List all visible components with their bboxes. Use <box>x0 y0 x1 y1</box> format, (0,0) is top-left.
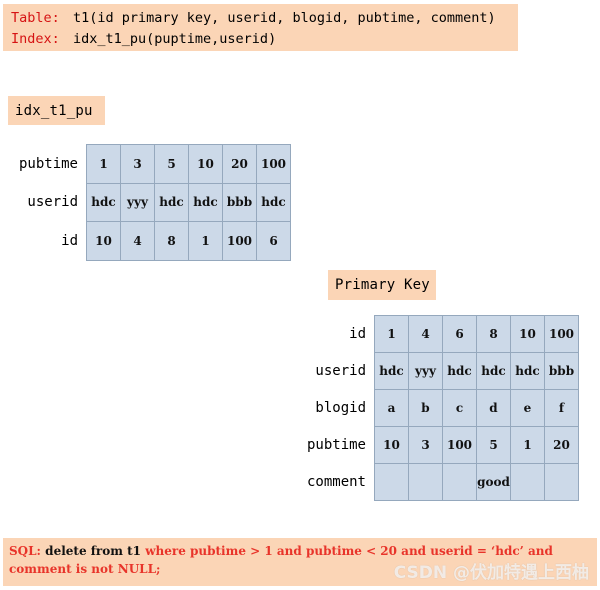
data-cell: hdc <box>510 352 545 390</box>
row-label: blogid <box>315 400 366 416</box>
table-row: comment good <box>293 463 579 501</box>
data-cell: 1 <box>374 315 409 353</box>
index-label: Index: <box>11 31 60 47</box>
row-label: id <box>349 326 366 342</box>
sql-black-segment: delete from t1 <box>41 544 146 558</box>
data-cell <box>442 463 477 501</box>
data-cell: 4 <box>120 221 155 261</box>
index-title-label: idx_t1_pu <box>15 102 93 119</box>
primary-key-grid-container: id 1 4 6 8 10 100 userid hdc yyy hdc hdc hdc bbb blogi… <box>293 315 579 501</box>
data-cell: yyy <box>408 352 443 390</box>
data-cell: 6 <box>256 221 291 261</box>
primary-key-title-label: Primary Key <box>335 277 430 293</box>
data-cell: 4 <box>408 315 443 353</box>
index-declaration-line: Index: idx_t1_pu(puptime,userid) <box>11 29 510 50</box>
data-cell: hdc <box>154 182 189 222</box>
data-cell <box>408 463 443 501</box>
row-label: comment <box>306 474 366 490</box>
data-cell: 100 <box>544 315 579 353</box>
table-row: pubtime 10 3 100 5 1 20 <box>293 426 579 464</box>
row-label: userid <box>315 363 366 379</box>
table-declaration-line: Table: t1(id primary key, userid, blogid,… <box>11 8 510 29</box>
data-cell: hdc <box>86 182 121 222</box>
row-label: userid <box>27 194 78 211</box>
data-cell: 100 <box>442 426 477 464</box>
data-cell: 8 <box>476 315 511 353</box>
primary-key-title-chip: Primary Key <box>328 270 436 300</box>
data-cell: hdc <box>188 182 223 222</box>
data-cell: hdc <box>256 182 291 222</box>
data-cell: e <box>510 389 545 427</box>
table-row: pubtime 1 3 5 10 20 100 <box>5 144 291 184</box>
data-cell: a <box>374 389 409 427</box>
data-cell: 10 <box>510 315 545 353</box>
data-cell: good <box>476 463 511 501</box>
data-cell: 3 <box>120 144 155 184</box>
row-label: id <box>61 232 78 249</box>
data-cell: 100 <box>256 144 291 184</box>
data-cell: f <box>544 389 579 427</box>
row-label: pubtime <box>306 437 366 453</box>
data-cell: 5 <box>476 426 511 464</box>
data-cell: 1 <box>188 221 223 261</box>
data-cell: hdc <box>476 352 511 390</box>
csdn-watermark: CSDN @伏加特遇上西柚 <box>393 563 589 583</box>
table-row: userid hdc yyy hdc hdc hdc bbb <box>293 352 579 390</box>
table-label: Table: <box>11 10 60 26</box>
index-grid: pubtime 1 3 5 10 20 100 userid hdc yyy hdc hdc bbb hd… <box>5 144 291 261</box>
data-cell <box>510 463 545 501</box>
table-definition: t1(id primary key, userid, blogid, pubti… <box>73 10 496 26</box>
table-row: id 1 4 6 8 10 100 <box>293 315 579 353</box>
data-cell: hdc <box>442 352 477 390</box>
data-cell: 1 <box>510 426 545 464</box>
row-label: pubtime <box>18 155 78 172</box>
data-cell: d <box>476 389 511 427</box>
data-cell <box>374 463 409 501</box>
primary-key-grid: id 1 4 6 8 10 100 userid hdc yyy hdc hdc hdc bbb blogi… <box>293 315 579 501</box>
data-cell <box>544 463 579 501</box>
data-cell: 1 <box>86 144 121 184</box>
data-cell: 10 <box>86 221 121 261</box>
data-cell: hdc <box>374 352 409 390</box>
sql-prefix-label: SQL: <box>9 544 41 558</box>
data-cell: 10 <box>374 426 409 464</box>
sql-statement-banner: SQL: delete from t1 where pubtime > 1 an… <box>3 538 597 586</box>
data-cell: bbb <box>222 182 257 222</box>
data-cell: 20 <box>544 426 579 464</box>
data-cell: bbb <box>544 352 579 390</box>
index-definition: idx_t1_pu(puptime,userid) <box>73 31 277 47</box>
table-row: id 10 4 8 1 100 6 <box>5 221 291 261</box>
data-cell: c <box>442 389 477 427</box>
data-cell: 10 <box>188 144 223 184</box>
data-cell: 20 <box>222 144 257 184</box>
data-cell: 6 <box>442 315 477 353</box>
index-grid-container: pubtime 1 3 5 10 20 100 userid hdc yyy hdc hdc bbb hd… <box>5 144 291 261</box>
data-cell: yyy <box>120 182 155 222</box>
table-row: userid hdc yyy hdc hdc bbb hdc <box>5 182 291 222</box>
table-row: blogid a b c d e f <box>293 389 579 427</box>
index-title-chip: idx_t1_pu <box>8 96 105 125</box>
data-cell: 3 <box>408 426 443 464</box>
data-cell: b <box>408 389 443 427</box>
data-cell: 100 <box>222 221 257 261</box>
schema-declaration-banner: Table: t1(id primary key, userid, blogid,… <box>3 4 518 51</box>
data-cell: 5 <box>154 144 189 184</box>
data-cell: 8 <box>154 221 189 261</box>
